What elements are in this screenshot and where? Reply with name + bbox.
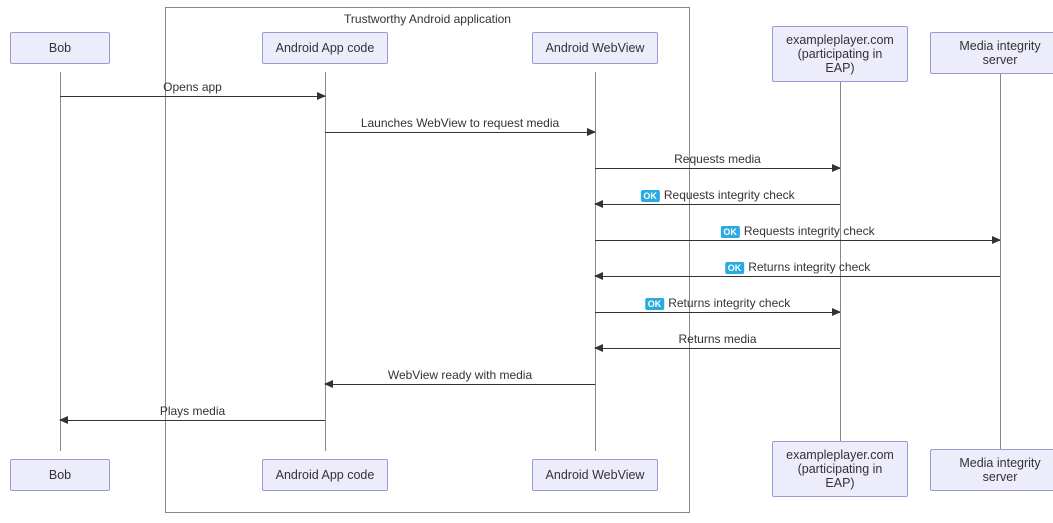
lifeline-bob <box>60 72 61 451</box>
lifeline-integrity <box>1000 72 1001 451</box>
message-label: OKRequests integrity check <box>640 188 794 204</box>
arrowhead-icon <box>992 236 1001 244</box>
ok-badge-icon: OK <box>725 262 745 274</box>
message-label: WebView ready with media <box>388 368 532 384</box>
arrow-returns-media: Returns media <box>595 348 840 349</box>
arrowhead-icon <box>832 164 841 172</box>
message-label: Opens app <box>163 80 222 96</box>
arrowhead-icon <box>587 128 596 136</box>
ok-badge-icon: OK <box>720 226 740 238</box>
arrowhead-icon <box>59 416 68 424</box>
arrow-webview-ready: WebView ready with media <box>325 384 595 385</box>
participant-label: exampleplayer.com (participating in EAP) <box>783 448 897 490</box>
message-label: OKReturns integrity check <box>645 296 791 312</box>
participant-label: Media integrity server <box>941 39 1053 67</box>
participant-label: Android WebView <box>546 468 645 482</box>
participant-server-top: exampleplayer.com (participating in EAP) <box>772 26 908 82</box>
participant-label: exampleplayer.com (participating in EAP) <box>783 33 897 75</box>
arrowhead-icon <box>594 272 603 280</box>
participant-bob-bottom: Bob <box>10 459 110 491</box>
message-label: Plays media <box>160 404 225 420</box>
group-title: Trustworthy Android application <box>344 12 511 26</box>
arrowhead-icon <box>317 92 326 100</box>
message-label: Requests media <box>674 152 761 168</box>
arrowhead-icon <box>832 308 841 316</box>
participant-webview-bottom: Android WebView <box>532 459 658 491</box>
arrow-launches-webview: Launches WebView to request media <box>325 132 595 133</box>
message-label: OKRequests integrity check <box>720 224 874 240</box>
participant-server-bottom: exampleplayer.com (participating in EAP) <box>772 441 908 497</box>
participant-label: Android WebView <box>546 41 645 55</box>
participant-label: Android App code <box>276 41 375 55</box>
message-label: OKReturns integrity check <box>725 260 871 276</box>
arrowhead-icon <box>324 380 333 388</box>
participant-integrity-top: Media integrity server <box>930 32 1053 74</box>
participant-app-top: Android App code <box>262 32 388 64</box>
arrowhead-icon <box>594 344 603 352</box>
arrow-opens-app: Opens app <box>60 96 325 97</box>
participant-label: Bob <box>49 41 71 55</box>
arrow-requests-integrity-2: OKRequests integrity check <box>595 240 1000 241</box>
arrow-returns-integrity-1: OKReturns integrity check <box>595 276 1000 277</box>
message-label: Launches WebView to request media <box>361 116 559 132</box>
arrow-requests-integrity-1: OKRequests integrity check <box>595 204 840 205</box>
lifeline-app <box>325 72 326 451</box>
ok-badge-icon: OK <box>640 190 660 202</box>
arrow-requests-media: Requests media <box>595 168 840 169</box>
ok-badge-icon: OK <box>645 298 665 310</box>
participant-app-bottom: Android App code <box>262 459 388 491</box>
arrow-returns-integrity-2: OKReturns integrity check <box>595 312 840 313</box>
participant-integrity-bottom: Media integrity server <box>930 449 1053 491</box>
participant-label: Bob <box>49 468 71 482</box>
message-label: Returns media <box>678 332 756 348</box>
participant-webview-top: Android WebView <box>532 32 658 64</box>
arrowhead-icon <box>594 200 603 208</box>
participant-label: Android App code <box>276 468 375 482</box>
participant-label: Media integrity server <box>941 456 1053 484</box>
participant-bob-top: Bob <box>10 32 110 64</box>
arrow-plays-media: Plays media <box>60 420 325 421</box>
group-trustworthy-app: Trustworthy Android application <box>165 7 690 513</box>
